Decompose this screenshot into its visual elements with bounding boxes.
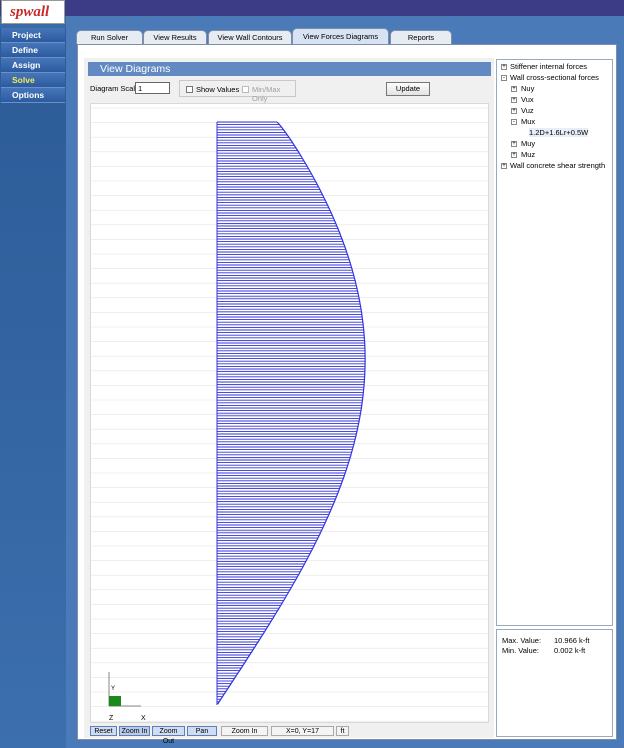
zoom-in-button[interactable]: Zoom In [119, 726, 150, 736]
min-value-label: Min. Value: [502, 646, 539, 655]
tab-reports[interactable]: Reports [390, 30, 452, 44]
max-value-label: Max. Value: [502, 636, 542, 645]
display-options-group: Show Values Min/Max Only [179, 80, 296, 103]
tree-node-nuy[interactable]: Nuy [521, 84, 534, 93]
diagram-scale-label: Diagram Scale: [90, 84, 142, 93]
axis-y-label: Y [111, 686, 115, 692]
minmax-only-checkbox [242, 86, 249, 93]
tree-node-stiffener-forces[interactable]: Stiffener internal forces [510, 62, 587, 71]
axis-x-label: X [141, 715, 146, 722]
tab-view-wall-contours[interactable]: View Wall Contours [208, 30, 292, 44]
tree-node-muz[interactable]: Muz [521, 150, 535, 159]
sidebar-item-define[interactable]: Define [1, 43, 65, 58]
units-field: ft [336, 726, 349, 736]
tree-node-muy[interactable]: Muy [521, 139, 535, 148]
tree-node-vux[interactable]: Vux [521, 95, 534, 104]
tab-view-results[interactable]: View Results [143, 30, 207, 44]
results-tree: + Stiffener internal forces - Wall cross… [496, 59, 613, 626]
expand-icon[interactable]: + [511, 141, 517, 147]
expand-icon[interactable]: + [511, 108, 517, 114]
tree-node-load-combo[interactable]: 1.2D+1.6Lr+0.5W [529, 128, 589, 137]
max-value: 10.966 k-ft [554, 636, 590, 645]
collapse-icon[interactable]: - [501, 75, 507, 81]
tab-run-solver[interactable]: Run Solver [76, 30, 143, 44]
app-logo: spwall [1, 0, 65, 24]
status-bar: Reset Zoom In Zoom Out Pan Zoom In X=0, … [90, 725, 489, 745]
update-button[interactable]: Update [386, 82, 430, 96]
collapse-icon[interactable]: - [511, 119, 517, 125]
diagram-canvas[interactable]: Y Z X [90, 103, 489, 723]
sidebar-item-project[interactable]: Project [1, 28, 65, 43]
top-bar [0, 0, 624, 16]
tree-node-wall-cross-sectional-forces[interactable]: Wall cross-sectional forces [510, 73, 599, 82]
show-values-checkbox[interactable] [186, 86, 193, 93]
values-box: Max. Value: 10.966 k-ft Min. Value: 0.00… [496, 629, 613, 737]
pan-button[interactable]: Pan [187, 726, 217, 736]
tab-view-forces-diagrams[interactable]: View Forces Diagrams [292, 28, 389, 44]
tree-node-wall-shear-strength[interactable]: Wall concrete shear strength [510, 161, 605, 170]
expand-icon[interactable]: + [511, 86, 517, 92]
zoom-out-button[interactable]: Zoom Out [152, 726, 185, 745]
expand-icon[interactable]: + [511, 97, 517, 103]
sidebar-item-assign[interactable]: Assign [1, 58, 65, 73]
force-diagram [91, 107, 488, 722]
axes-icon: Y Z X [108, 672, 146, 722]
sidebar-item-options[interactable]: Options [1, 88, 65, 103]
diagram-scale-input[interactable]: 1 [135, 82, 170, 94]
sidebar: Project Define Assign Solve Options [0, 28, 66, 748]
expand-icon[interactable]: + [511, 152, 517, 158]
minmax-only-label: Min/Max Only [252, 85, 281, 103]
tree-node-mux[interactable]: Mux [521, 117, 535, 126]
panel-title: View Diagrams [88, 62, 491, 76]
show-values-label: Show Values [196, 85, 240, 94]
axis-z-label: Z [109, 715, 114, 722]
tree-node-vuz[interactable]: Vuz [521, 106, 534, 115]
sidebar-item-solve[interactable]: Solve [1, 73, 65, 88]
min-value: 0.002 k-ft [554, 646, 586, 655]
expand-icon[interactable]: + [501, 64, 507, 70]
expand-icon[interactable]: + [501, 163, 507, 169]
coords-field: X=0, Y=17 [271, 726, 334, 736]
reset-button[interactable]: Reset [90, 726, 117, 736]
mode-field: Zoom In [221, 726, 268, 736]
